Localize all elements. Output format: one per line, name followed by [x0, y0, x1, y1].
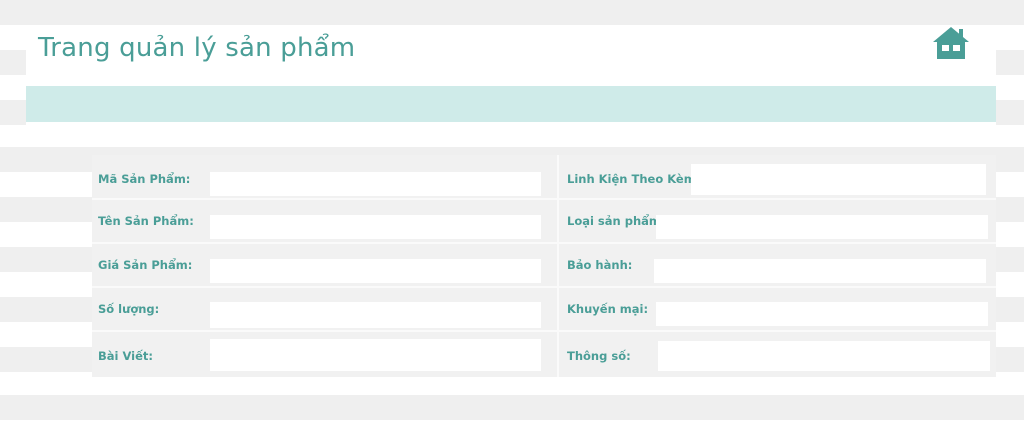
product-price-label: Giá Sản Phẩm: — [98, 258, 193, 272]
product-form: Mã Sản Phẩm: Linh Kiện Theo Kèm: Tên Sản… — [92, 155, 996, 377]
specifications-input[interactable] — [658, 341, 990, 371]
product-type-input[interactable] — [656, 215, 988, 239]
warranty-label: Bảo hành: — [567, 258, 633, 272]
quantity-input[interactable] — [210, 302, 541, 328]
product-price-input[interactable] — [210, 259, 541, 283]
product-type-label: Loại sản phẩm: — [567, 214, 666, 228]
promotion-label: Khuyến mại: — [567, 302, 649, 316]
header-banner — [26, 86, 996, 122]
row-divider — [92, 242, 996, 244]
column-divider — [557, 155, 559, 377]
product-management-page: Trang quản lý sản phẩm Mã Sản Phẩm: Linh… — [0, 0, 1024, 425]
background-stripe — [0, 0, 1024, 25]
product-code-label: Mã Sản Phẩm: — [98, 172, 191, 186]
page-title: Trang quản lý sản phẩm — [38, 33, 356, 63]
accessories-label: Linh Kiện Theo Kèm: — [567, 172, 701, 186]
home-button[interactable] — [932, 26, 970, 60]
product-name-input[interactable] — [210, 215, 541, 239]
product-code-input[interactable] — [210, 172, 541, 196]
row-divider — [92, 286, 996, 288]
product-name-label: Tên Sản Phẩm: — [98, 214, 194, 228]
article-label: Bài Viết: — [98, 349, 154, 363]
warranty-input[interactable] — [654, 259, 986, 283]
accessories-input[interactable] — [691, 164, 986, 195]
background-stripe — [0, 395, 1024, 420]
row-divider — [92, 198, 996, 200]
home-icon — [933, 27, 969, 59]
spacer — [26, 122, 996, 147]
specifications-label: Thông số: — [567, 349, 631, 363]
article-input[interactable] — [210, 339, 541, 371]
quantity-label: Số lượng: — [98, 302, 160, 316]
row-divider — [92, 330, 996, 332]
promotion-input[interactable] — [656, 302, 988, 326]
